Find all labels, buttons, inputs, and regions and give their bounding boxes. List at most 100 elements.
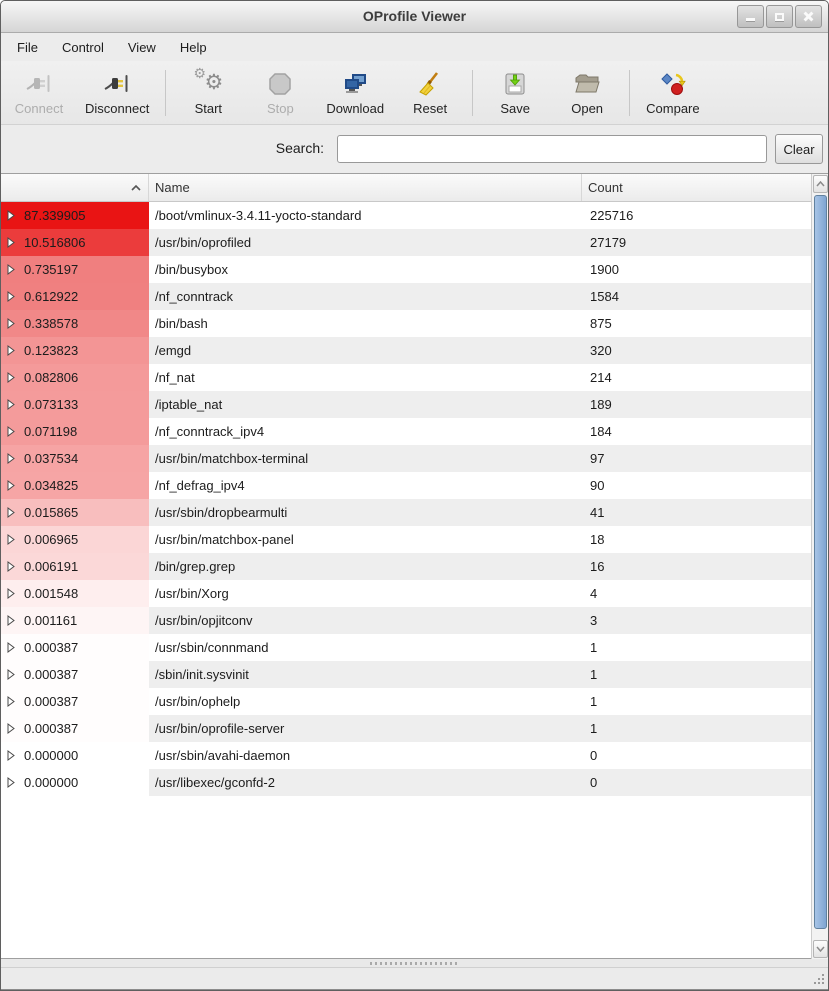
expander-icon[interactable]	[7, 372, 15, 383]
count-cell: 41	[582, 499, 811, 526]
percent-value: 0.612922	[24, 289, 78, 304]
table-row[interactable]: 0.001548 /usr/bin/Xorg 4	[1, 580, 811, 607]
expander-icon[interactable]	[7, 696, 15, 707]
toolbar: ConnectDisconnect⚙⚙StartStopDownloadRese…	[1, 61, 828, 125]
count-cell: 1584	[582, 283, 811, 310]
pane-splitter[interactable]	[1, 959, 828, 968]
menu-item-file[interactable]: File	[5, 35, 50, 60]
name-cell: /usr/bin/Xorg	[149, 580, 582, 607]
menu-item-help[interactable]: Help	[168, 35, 219, 60]
minimize-button[interactable]	[737, 5, 764, 28]
chevron-down-icon	[816, 946, 825, 952]
clear-button[interactable]: Clear	[775, 134, 823, 164]
expander-icon[interactable]	[7, 669, 15, 680]
table-row[interactable]: 0.082806 /nf_nat 214	[1, 364, 811, 391]
searchbar: Search: Clear	[1, 125, 828, 173]
expander-icon[interactable]	[7, 480, 15, 491]
expander-icon[interactable]	[7, 210, 15, 221]
table-row[interactable]: 0.000387 /usr/bin/ophelp 1	[1, 688, 811, 715]
table-row[interactable]: 0.001161 /usr/bin/opjitconv 3	[1, 607, 811, 634]
percent-cell: 0.001548	[1, 580, 149, 607]
expander-icon[interactable]	[7, 723, 15, 734]
expander-icon[interactable]	[7, 561, 15, 572]
maximize-button[interactable]	[766, 5, 793, 28]
column-header-count[interactable]: Count	[582, 174, 811, 201]
menu-item-view[interactable]: View	[116, 35, 168, 60]
table-row[interactable]: 0.000387 /usr/sbin/connmand 1	[1, 634, 811, 661]
percent-value: 0.006965	[24, 532, 78, 547]
download-button[interactable]: Download	[316, 66, 394, 120]
save-button[interactable]: Save	[479, 66, 551, 120]
expander-icon[interactable]	[7, 588, 15, 599]
percent-cell: 0.000000	[1, 769, 149, 796]
count-cell: 0	[582, 769, 811, 796]
table-row[interactable]: 0.034825 /nf_defrag_ipv4 90	[1, 472, 811, 499]
table-row[interactable]: 0.338578 /bin/bash 875	[1, 310, 811, 337]
percent-value: 0.123823	[24, 343, 78, 358]
save-disk-icon	[502, 70, 528, 98]
scrollbar-thumb[interactable]	[814, 195, 827, 929]
expander-icon[interactable]	[7, 291, 15, 302]
table-row[interactable]: 0.000387 /sbin/init.sysvinit 1	[1, 661, 811, 688]
menu-item-control[interactable]: Control	[50, 35, 116, 60]
expander-icon[interactable]	[7, 615, 15, 626]
scroll-up-button[interactable]	[813, 175, 828, 193]
percent-value: 0.034825	[24, 478, 78, 493]
percent-cell: 87.339905	[1, 202, 149, 229]
titlebar[interactable]: OProfile Viewer	[1, 1, 828, 33]
scroll-down-button[interactable]	[813, 940, 828, 958]
count-cell: 875	[582, 310, 811, 337]
table-row[interactable]: 0.037534 /usr/bin/matchbox-terminal 97	[1, 445, 811, 472]
profile-table: Name Count 87.339905 /boot/vmlinux-3.4.1…	[1, 173, 828, 959]
start-button[interactable]: ⚙⚙Start	[172, 66, 244, 120]
expander-icon[interactable]	[7, 507, 15, 518]
table-row[interactable]: 0.073133 /iptable_nat 189	[1, 391, 811, 418]
expander-icon[interactable]	[7, 750, 15, 761]
table-row[interactable]: 0.006965 /usr/bin/matchbox-panel 18	[1, 526, 811, 553]
expander-icon[interactable]	[7, 237, 15, 248]
table-row[interactable]: 0.000387 /usr/bin/oprofile-server 1	[1, 715, 811, 742]
column-header-name[interactable]: Name	[149, 174, 582, 201]
stop-button: Stop	[244, 66, 316, 120]
close-button[interactable]	[795, 5, 822, 28]
disconnect-button[interactable]: Disconnect	[75, 66, 159, 120]
toolbar-label: Compare	[646, 101, 699, 116]
column-header-percent[interactable]	[1, 174, 149, 201]
expander-icon[interactable]	[7, 318, 15, 329]
table-row[interactable]: 0.123823 /emgd 320	[1, 337, 811, 364]
table-row[interactable]: 0.612922 /nf_conntrack 1584	[1, 283, 811, 310]
table-row[interactable]: 0.000000 /usr/libexec/gconfd-2 0	[1, 769, 811, 796]
table-row[interactable]: 10.516806 /usr/bin/oprofiled 27179	[1, 229, 811, 256]
reset-button[interactable]: Reset	[394, 66, 466, 120]
percent-cell: 0.735197	[1, 256, 149, 283]
toolbar-label: Download	[326, 101, 384, 116]
percent-cell: 0.071198	[1, 418, 149, 445]
expander-icon[interactable]	[7, 777, 15, 788]
expander-icon[interactable]	[7, 399, 15, 410]
count-cell: 0	[582, 742, 811, 769]
vertical-scrollbar[interactable]	[811, 174, 828, 960]
table-row[interactable]: 87.339905 /boot/vmlinux-3.4.11-yocto-sta…	[1, 202, 811, 229]
search-input[interactable]	[337, 135, 767, 163]
compare-button[interactable]: Compare	[636, 66, 709, 120]
resize-grip-icon[interactable]	[811, 971, 825, 985]
expander-icon[interactable]	[7, 426, 15, 437]
expander-icon[interactable]	[7, 453, 15, 464]
expander-icon[interactable]	[7, 642, 15, 653]
expander-icon[interactable]	[7, 534, 15, 545]
table-row[interactable]: 0.735197 /bin/busybox 1900	[1, 256, 811, 283]
expander-icon[interactable]	[7, 264, 15, 275]
percent-cell: 0.000000	[1, 742, 149, 769]
count-cell: 214	[582, 364, 811, 391]
table-row[interactable]: 0.071198 /nf_conntrack_ipv4 184	[1, 418, 811, 445]
name-cell: /usr/bin/opjitconv	[149, 607, 582, 634]
expander-icon[interactable]	[7, 345, 15, 356]
table-row[interactable]: 0.006191 /bin/grep.grep 16	[1, 553, 811, 580]
table-row[interactable]: 0.000000 /usr/sbin/avahi-daemon 0	[1, 742, 811, 769]
open-button[interactable]: Open	[551, 66, 623, 120]
percent-cell: 0.000387	[1, 688, 149, 715]
toolbar-separator	[472, 70, 473, 116]
table-row[interactable]: 0.015865 /usr/sbin/dropbearmulti 41	[1, 499, 811, 526]
maximize-icon	[775, 13, 784, 21]
count-cell: 1	[582, 688, 811, 715]
